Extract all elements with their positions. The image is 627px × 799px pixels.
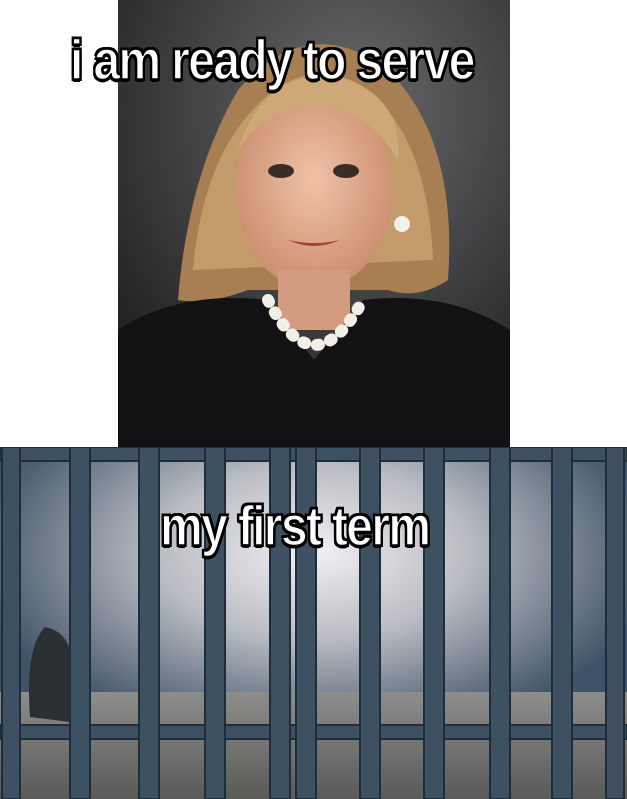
top-caption: i am ready to serve (69, 27, 476, 92)
bottom-caption: my first term (159, 493, 431, 558)
